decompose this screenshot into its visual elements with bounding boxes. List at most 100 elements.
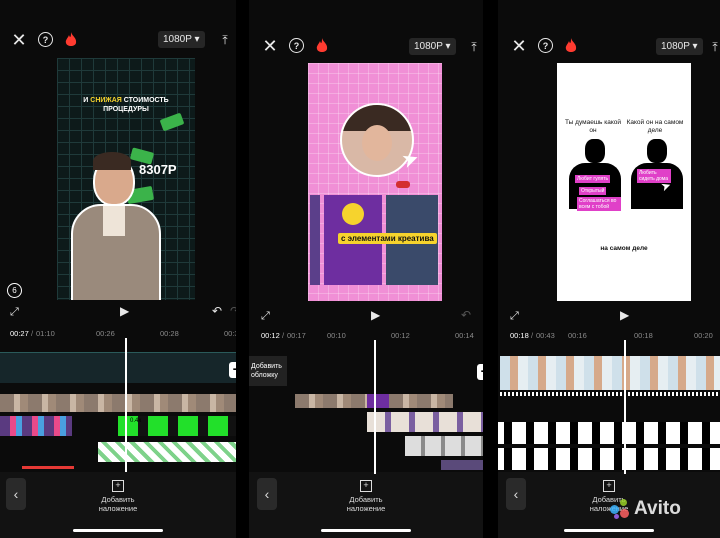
left-title: Ты думаешь какой он bbox=[565, 119, 622, 134]
video-preview[interactable]: И СНИЖАЯ СТОИМОСТЬ ПРОЦЕДУРЫ 8307Р 6 bbox=[57, 58, 195, 300]
editor-panel-1: ✕ ? 1080P ▾ ⤒ И СНИЖАЯ СТОИМОСТЬ ПРОЦЕДУ… bbox=[0, 0, 236, 538]
add-overlay-button[interactable]: + Добавить наложение bbox=[0, 480, 236, 513]
add-overlay-button[interactable]: + Добавить наложение bbox=[498, 480, 720, 513]
export-icon[interactable]: ⤒ bbox=[467, 39, 481, 55]
add-icon: + bbox=[603, 480, 615, 492]
silhouette-track-2[interactable] bbox=[498, 448, 720, 470]
add-track-button[interactable]: + bbox=[477, 364, 483, 380]
main-video-track[interactable] bbox=[0, 394, 236, 412]
add-overlay-button[interactable]: + Добавить наложение bbox=[249, 480, 483, 513]
playback-controls: ⤢ ▶ ↶ ↷ bbox=[0, 304, 236, 322]
bottom-toolbar: ‹ + Добавить наложение bbox=[249, 472, 483, 538]
timeline[interactable]: + 0.4x bbox=[0, 346, 236, 470]
help-icon[interactable]: ? bbox=[538, 38, 553, 53]
undo-icon[interactable]: ↶ bbox=[461, 308, 471, 322]
red-track-segment[interactable] bbox=[22, 466, 74, 469]
tick-label: 00:20 bbox=[694, 331, 713, 340]
badge-outside: 6 bbox=[7, 283, 22, 298]
headline: И СНИЖАЯ СТОИМОСТЬ ПРОЦЕДУРЫ bbox=[83, 97, 169, 113]
tag-left: Соглашаться во всем с тобой bbox=[577, 197, 621, 211]
time-total: 00:17 bbox=[287, 331, 306, 340]
overlay-track-3[interactable] bbox=[405, 436, 483, 456]
audio-waveform[interactable] bbox=[500, 392, 720, 396]
export-icon[interactable]: ⤒ bbox=[218, 32, 232, 48]
tag-left: Любит гулять bbox=[575, 175, 611, 183]
avito-watermark: Avito bbox=[610, 498, 681, 520]
playback-controls: ⤢ ▶ bbox=[498, 308, 720, 326]
fullscreen-icon[interactable]: ⤢ bbox=[261, 310, 270, 323]
overlay-track[interactable] bbox=[0, 416, 72, 436]
timeline[interactable]: Добавить обложку + bbox=[249, 352, 483, 476]
fullscreen-icon[interactable]: ⤢ bbox=[10, 306, 19, 319]
tick-label: 00:26 bbox=[96, 329, 115, 338]
playback-controls: ⤢ ▶ ↶ bbox=[249, 308, 483, 326]
add-overlay-label: Добавить наложение bbox=[98, 495, 138, 513]
chevron-down-icon: ▾ bbox=[692, 41, 698, 52]
home-indicator bbox=[73, 529, 163, 532]
tag-left: Открытый bbox=[579, 187, 607, 195]
export-icon[interactable]: ⤒ bbox=[710, 39, 720, 55]
add-cover-label: Добавить обложку bbox=[251, 363, 282, 379]
flame-icon[interactable] bbox=[564, 37, 578, 55]
timeline[interactable] bbox=[498, 352, 720, 476]
time-ruler[interactable]: 00:27 / 01:10 00:26 00:28 00:30 bbox=[0, 327, 236, 341]
bottom-toolbar: ‹ + Добавить наложение bbox=[498, 472, 720, 538]
flame-icon[interactable] bbox=[315, 37, 329, 55]
main-video-track[interactable] bbox=[500, 356, 720, 390]
resolution-select[interactable]: 1080P ▾ bbox=[409, 38, 456, 55]
bottom-toolbar: ‹ + Добавить наложение bbox=[0, 472, 236, 538]
close-icon[interactable]: ✕ bbox=[10, 30, 28, 50]
flame-icon[interactable] bbox=[64, 31, 78, 49]
time-ruler[interactable]: 00:18 / 00:43 00:16 00:18 00:20 bbox=[498, 329, 720, 343]
overlay-track-2[interactable] bbox=[367, 412, 483, 432]
play-icon[interactable]: ▶ bbox=[620, 308, 629, 322]
overlay-track[interactable] bbox=[389, 394, 453, 408]
audio-track[interactable] bbox=[0, 352, 236, 383]
overlay-track-4[interactable] bbox=[441, 460, 483, 470]
undo-icon[interactable]: ↶ bbox=[212, 304, 222, 318]
editor-panel-3: ✕ ? 1080P ▾ ⤒ Ты думаешь какой он Какой … bbox=[498, 0, 720, 538]
tick-label: 00:30 bbox=[224, 329, 236, 338]
time-total: 01:10 bbox=[36, 329, 55, 338]
avito-wordmark: Avito bbox=[634, 498, 681, 519]
help-icon[interactable]: ? bbox=[38, 32, 53, 47]
close-icon[interactable]: ✕ bbox=[261, 36, 279, 56]
silhouette-track[interactable] bbox=[498, 422, 720, 444]
playhead[interactable] bbox=[374, 340, 376, 474]
purple-track[interactable] bbox=[367, 394, 389, 408]
chevron-down-icon: ▾ bbox=[194, 34, 200, 45]
time-ruler[interactable]: 00:12 / 00:17 00:10 00:12 00:14 bbox=[249, 329, 483, 343]
video-preview[interactable]: ➤ с элементами креатива bbox=[308, 63, 442, 301]
main-video-track[interactable] bbox=[295, 394, 367, 408]
play-icon[interactable]: ▶ bbox=[371, 308, 380, 322]
tick-label: 00:28 bbox=[160, 329, 179, 338]
money-overlay-track[interactable] bbox=[98, 442, 236, 462]
tick-label: 00:10 bbox=[327, 331, 346, 340]
tick-label: 00:14 bbox=[455, 331, 474, 340]
time-current: 00:27 bbox=[10, 329, 29, 338]
play-icon[interactable]: ▶ bbox=[120, 304, 129, 318]
right-title: Какой он на самом деле bbox=[626, 119, 684, 134]
fullscreen-icon[interactable]: ⤢ bbox=[510, 310, 519, 323]
help-icon[interactable]: ? bbox=[289, 38, 304, 53]
time-current: 00:18 bbox=[510, 331, 529, 340]
resolution-select[interactable]: 1080P ▾ bbox=[158, 31, 205, 48]
video-preview[interactable]: Ты думаешь какой он Какой он на самом де… bbox=[557, 63, 691, 301]
footer-caption: на самом деле bbox=[600, 245, 648, 252]
avito-logo-icon bbox=[610, 499, 630, 519]
green-overlay-track[interactable]: 0.4x bbox=[118, 416, 236, 436]
clip-speed: 0.4x bbox=[130, 418, 142, 424]
tick-label: 00:12 bbox=[391, 331, 410, 340]
add-cover-button[interactable]: Добавить обложку bbox=[249, 356, 287, 386]
playhead[interactable] bbox=[624, 340, 626, 474]
redo-icon[interactable]: ↷ bbox=[230, 304, 236, 318]
add-overlay-label: Добавить наложение bbox=[346, 495, 386, 513]
editor-panel-2: ✕ ? 1080P ▾ ⤒ ➤ с элементами креатива ⤢ … bbox=[249, 0, 483, 538]
close-icon[interactable]: ✕ bbox=[510, 36, 528, 56]
tick-label: 00:18 bbox=[634, 331, 653, 340]
add-track-button[interactable]: + bbox=[229, 362, 236, 378]
tick-label: 00:16 bbox=[568, 331, 587, 340]
resolution-select[interactable]: 1080P ▾ bbox=[656, 38, 703, 55]
playhead[interactable] bbox=[125, 338, 127, 472]
resolution-label: 1080P bbox=[163, 34, 192, 45]
